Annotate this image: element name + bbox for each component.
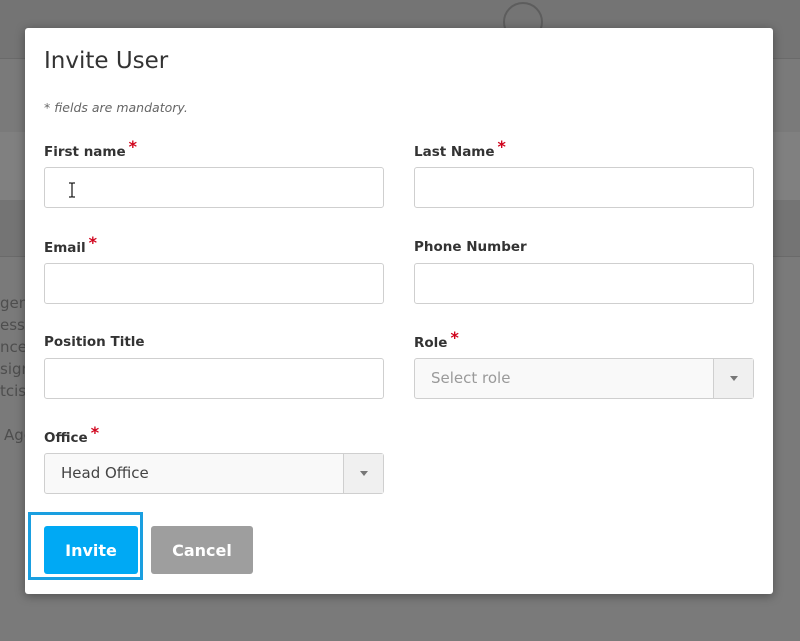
role-select-placeholder: Select role	[431, 369, 511, 387]
required-marker: *	[88, 233, 98, 252]
role-select[interactable]: Select role	[414, 358, 754, 399]
last-name-label: Last Name *	[414, 137, 754, 161]
required-marker: *	[90, 423, 100, 442]
office-label: Office *	[44, 423, 384, 447]
first-name-input[interactable]	[44, 167, 384, 208]
invite-user-modal: Invite User * fields are mandatory. Firs…	[25, 28, 773, 594]
last-name-label-text: Last Name	[414, 144, 495, 160]
phone-number-field: Phone Number	[414, 237, 754, 304]
office-label-text: Office	[44, 430, 88, 446]
phone-number-input[interactable]	[414, 263, 754, 304]
role-label-text: Role	[414, 335, 448, 351]
background-text: tcis	[0, 382, 27, 400]
chevron-down-icon[interactable]	[713, 359, 753, 398]
position-title-field: Position Title	[44, 332, 384, 399]
first-name-label-text: First name	[44, 144, 126, 160]
mandatory-note: * fields are mandatory.	[44, 100, 188, 115]
chevron-down-icon[interactable]	[343, 454, 383, 493]
role-field: Role * Select role	[414, 328, 754, 399]
email-label: Email *	[44, 233, 384, 257]
modal-title: Invite User	[44, 48, 169, 74]
required-marker: *	[497, 137, 506, 156]
text-cursor-icon	[69, 182, 75, 198]
office-field: Office * Head Office	[44, 423, 384, 494]
required-marker: *	[128, 137, 138, 156]
first-name-label: First name *	[44, 137, 384, 161]
email-input[interactable]	[44, 263, 384, 304]
first-name-input-wrap	[44, 167, 384, 208]
position-title-input[interactable]	[44, 358, 384, 399]
last-name-field: Last Name *	[414, 137, 754, 208]
cancel-button[interactable]: Cancel	[151, 526, 253, 574]
office-select-value: Head Office	[61, 464, 149, 482]
required-marker: *	[450, 328, 459, 347]
office-select[interactable]: Head Office	[44, 453, 384, 494]
position-title-label: Position Title	[44, 334, 145, 350]
role-label: Role *	[414, 328, 754, 352]
last-name-input[interactable]	[414, 167, 754, 208]
email-field: Email *	[44, 233, 384, 304]
phone-number-label: Phone Number	[414, 239, 527, 255]
email-label-text: Email	[44, 240, 86, 256]
invite-button[interactable]: Invite	[44, 526, 138, 574]
background-text: ess	[0, 316, 25, 334]
first-name-field: First name *	[44, 137, 384, 208]
